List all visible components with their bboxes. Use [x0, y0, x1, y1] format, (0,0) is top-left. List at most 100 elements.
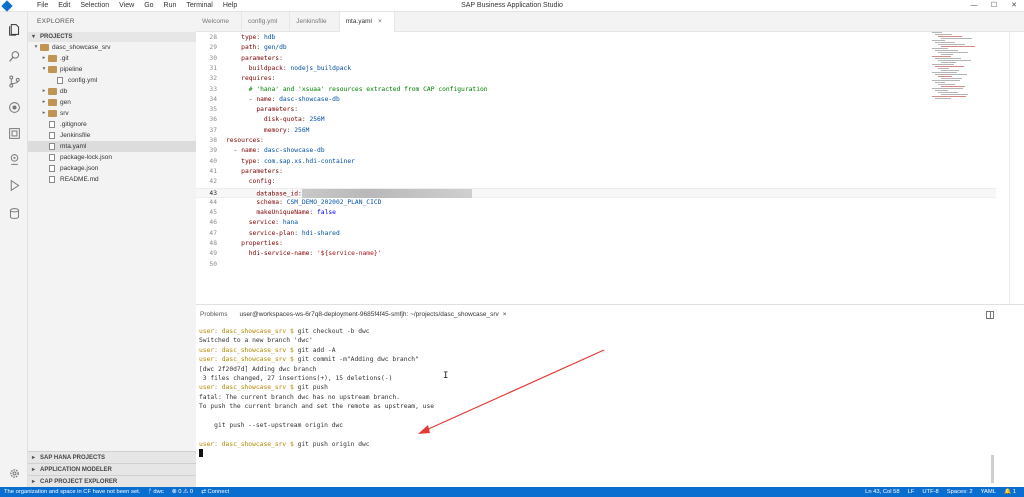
tree-file[interactable]: .gitignore	[28, 119, 196, 130]
code-token: :	[279, 198, 287, 206]
code-token: parameters	[241, 167, 280, 175]
menu-item-run[interactable]: Run	[159, 0, 182, 12]
minimap-line	[932, 32, 942, 33]
tab-terminal[interactable]: user@workspaces-ws-6r7q8-deployment-9685…	[235, 305, 514, 325]
menu-item-file[interactable]: File	[32, 0, 53, 12]
minimap-line	[935, 50, 958, 51]
menu-item-go[interactable]: Go	[139, 0, 158, 12]
run-icon[interactable]	[7, 178, 21, 192]
minimap-line	[941, 86, 965, 87]
location-icon[interactable]	[7, 152, 21, 166]
status-left: The organization and space in CF have no…	[0, 487, 233, 497]
code-token: dasc-showcase-db	[263, 147, 325, 155]
minimap-line	[938, 92, 958, 93]
status-left-item[interactable]: The organization and space in CF have no…	[0, 487, 144, 497]
tree-file[interactable]: README.md	[28, 174, 196, 185]
settings-gear-icon[interactable]	[7, 466, 21, 480]
terminal-scrollbar[interactable]	[991, 455, 994, 483]
terminal-cursor-line[interactable]	[199, 449, 989, 458]
status-bar: The organization and space in CF have no…	[0, 487, 1024, 497]
minimap-line	[935, 34, 952, 35]
status-right-item[interactable]: 🔔 1	[1000, 487, 1020, 497]
tree-folder[interactable]: ▸ srv	[28, 108, 196, 119]
status-left-item[interactable]: ⇄ Connect	[197, 487, 233, 497]
tree-folder[interactable]: ▸ .git	[28, 53, 196, 64]
status-right-item[interactable]: UTF-8	[918, 487, 942, 497]
line-number: 46	[209, 219, 217, 227]
minimap-line	[935, 98, 951, 99]
sidebar-section-header[interactable]: ▸ CAP PROJECT EXPLORER	[28, 475, 196, 487]
code-token: :	[271, 75, 276, 83]
code-token: nodejs_buildpack	[290, 64, 352, 72]
status-right-item[interactable]: Ln 43, Col 58	[861, 487, 903, 497]
editor-tab-bar: Welcome config.yml Jenkinsfile mta.yaml ×	[196, 12, 1024, 32]
maximize-icon[interactable]: ☐	[984, 0, 1004, 12]
chevron-right-icon: ▸	[42, 88, 46, 94]
code-line: 48 properties:	[196, 239, 996, 249]
tree-file[interactable]: package-lock.json	[28, 152, 196, 163]
sidebar-section-label: CAP PROJECT EXPLORER	[40, 478, 118, 485]
source-control-icon[interactable]	[7, 74, 21, 88]
tree-item-label: package.json	[60, 165, 99, 172]
editor-tab[interactable]: Welcome	[196, 12, 242, 32]
debug-icon[interactable]	[7, 100, 21, 114]
tree-file[interactable]: config.yml	[28, 75, 196, 86]
status-left-item[interactable]: ᚠ dwc	[144, 487, 167, 497]
menu-item-help[interactable]: Help	[218, 0, 242, 12]
sidebar-section-header[interactable]: ▸ APPLICATION MODELER	[28, 463, 196, 475]
editor-tab[interactable]: config.yml	[242, 12, 291, 32]
menu-item-terminal[interactable]: Terminal	[181, 0, 217, 12]
code-token: type	[241, 157, 257, 165]
status-right-item[interactable]: LF	[904, 487, 919, 497]
code-line: 50	[196, 260, 996, 270]
terminal-line: user: dasc_showcase_srv $ git checkout -…	[199, 327, 989, 336]
terminal-line: user: dasc_showcase_srv $ git add -A	[199, 346, 989, 355]
tree-folder[interactable]: ▾ dasc_showcase_srv	[28, 42, 196, 53]
panel-tab-bar: Problems user@workspaces-ws-6r7q8-deploym…	[196, 305, 1024, 325]
code-token: config	[248, 178, 272, 186]
minimap-line	[941, 38, 972, 39]
status-left-item[interactable]: ⊗ 0 ⚠ 0	[168, 487, 197, 497]
terminal-output[interactable]: user: dasc_showcase_srv $ git checkout -…	[199, 327, 989, 458]
code-line: 45 makeUniqueName: false	[196, 208, 996, 218]
terminal-line: git push --set-upstream origin dwc	[199, 421, 989, 430]
editor-tab[interactable]: Jenkinsfile	[290, 12, 340, 32]
tree-file[interactable]: mta.yaml	[28, 141, 196, 152]
tab-problems[interactable]: Problems	[196, 305, 235, 325]
menu-item-edit[interactable]: Edit	[53, 0, 75, 12]
file-icon	[49, 143, 55, 150]
redacted-value	[301, 188, 472, 198]
code-editor[interactable]: 28 type: hdb 29 path: gen/db 30 parameters…	[196, 32, 1024, 304]
menu-item-view[interactable]: View	[114, 0, 139, 12]
menu-item-selection[interactable]: Selection	[75, 0, 114, 12]
line-number: 47	[209, 229, 217, 237]
tree-folder[interactable]: ▸ gen	[28, 97, 196, 108]
close-icon[interactable]: ✕	[1004, 0, 1024, 12]
terminal-prompt: user: dasc_showcase_srv $	[199, 440, 294, 448]
minimap-line	[938, 60, 971, 61]
extensions-icon[interactable]	[7, 126, 21, 140]
close-tab-icon[interactable]: ×	[378, 18, 382, 25]
code-line: 28 type: hdb	[196, 33, 996, 43]
line-number: 49	[209, 250, 217, 258]
tree-file[interactable]: package.json	[28, 163, 196, 174]
status-right-item[interactable]: YAML	[977, 487, 1000, 497]
maximize-panel-icon[interactable]	[986, 311, 994, 319]
minimize-icon[interactable]: —	[964, 0, 984, 12]
search-icon[interactable]	[7, 49, 21, 63]
file-tree: ▾ dasc_showcase_srv ▸ .git ▾ pipeline config.y…	[28, 42, 196, 185]
explorer-icon[interactable]	[7, 22, 21, 36]
tree-item-label: package-lock.json	[60, 154, 113, 161]
terminal-line: Switched to a new branch 'dwc'	[199, 336, 989, 345]
line-number: 36	[209, 116, 217, 124]
status-right-item[interactable]: Spaces: 2	[943, 487, 977, 497]
tree-folder[interactable]: ▾ pipeline	[28, 64, 196, 75]
projects-section-header[interactable]: ▾ PROJECTS	[28, 32, 196, 42]
close-tab-icon[interactable]: ×	[503, 311, 507, 318]
minimap[interactable]	[932, 32, 1002, 102]
database-icon[interactable]	[7, 206, 21, 220]
sidebar-section-header[interactable]: ▸ SAP HANA PROJECTS	[28, 451, 196, 463]
tree-folder[interactable]: ▸ db	[28, 86, 196, 97]
editor-tab[interactable]: mta.yaml ×	[339, 12, 395, 32]
tree-file[interactable]: Jenkinsfile	[28, 130, 196, 141]
